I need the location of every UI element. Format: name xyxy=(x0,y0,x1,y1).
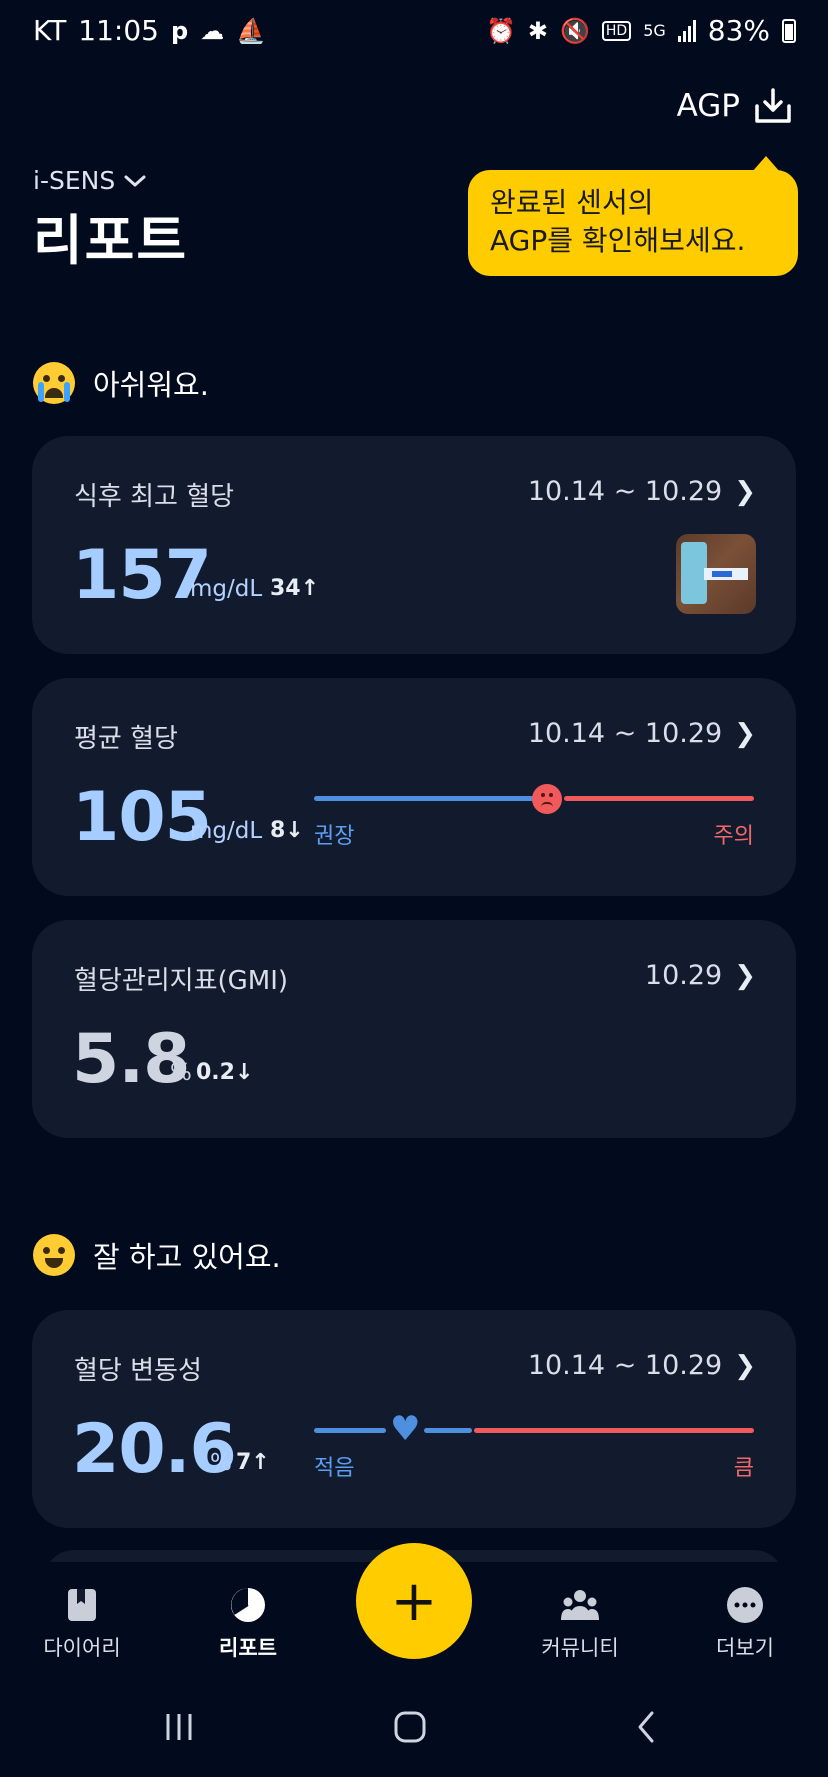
gauge-low-segment-2 xyxy=(424,1428,472,1433)
nav-label: 다이어리 xyxy=(43,1636,121,1660)
back-icon[interactable] xyxy=(630,1710,664,1744)
section-title-good: 잘 하고 있어요. xyxy=(93,1240,281,1274)
nav-label: 리포트 xyxy=(219,1636,277,1660)
gauge-low-segment xyxy=(314,1428,386,1433)
agp-tooltip[interactable]: 완료된 센서의 AGP를 확인해보세요. xyxy=(468,156,798,276)
system-navigation-bar xyxy=(0,1690,828,1777)
chevron-right-icon: ❯ xyxy=(734,960,756,991)
sad-face-marker-icon xyxy=(532,784,562,814)
gauge-left-label: 권장 xyxy=(314,824,355,849)
nav-more[interactable]: 더보기 xyxy=(685,1586,805,1662)
section-header-bad: 아쉬워요. xyxy=(33,362,209,404)
gauge-left-label: 적음 xyxy=(314,1456,355,1481)
section-title-bad: 아쉬워요. xyxy=(93,368,209,402)
battery-icon xyxy=(782,18,796,43)
more-dots-icon xyxy=(727,1587,763,1623)
card-period-link[interactable]: 10.14 ~ 10.29 ❯ xyxy=(528,1350,756,1381)
5g-icon: 5G xyxy=(643,21,666,40)
download-icon xyxy=(755,88,791,123)
add-record-button[interactable]: + xyxy=(356,1543,472,1659)
mute-icon: 🔇 xyxy=(559,16,590,45)
crying-face-icon xyxy=(33,362,75,404)
chevron-right-icon: ❯ xyxy=(734,718,756,749)
section-header-good: 잘 하고 있어요. xyxy=(33,1234,281,1276)
tooltip-line-1: 완료된 센서의 xyxy=(490,186,654,219)
average-gauge: 권장 주의 xyxy=(314,784,754,856)
card-period-link[interactable]: 10.14 ~ 10.29 ❯ xyxy=(528,718,756,749)
card-average-glucose[interactable]: 평균 혈당 10.14 ~ 10.29 ❯ 105 mg/dL 8↓ 권장 주의 xyxy=(32,678,796,896)
status-bar: KT 11:05 p ☁ ⛵ ⏰ ✱ 🔇 HD 5G 83% xyxy=(0,0,828,62)
gauge-high-segment xyxy=(474,1428,754,1433)
meal-photo-thumbnail[interactable] xyxy=(676,534,756,614)
period-label: 10.14 ~ 10.29 xyxy=(527,1350,723,1381)
agp-label: AGP xyxy=(676,88,740,124)
chevron-right-icon: ❯ xyxy=(734,1350,756,1381)
device-selector[interactable]: i-SENS xyxy=(33,166,147,195)
nav-diary[interactable]: 다이어리 xyxy=(22,1586,142,1662)
brand-label: i-SENS xyxy=(33,166,116,195)
metric-delta: 7↑ xyxy=(236,1450,270,1475)
battery-percent: 83% xyxy=(707,14,770,47)
diary-book-icon xyxy=(68,1589,96,1621)
p-notification-icon: p xyxy=(171,16,189,45)
community-people-icon xyxy=(561,1590,599,1620)
nav-community[interactable]: 커뮤니티 xyxy=(520,1586,640,1662)
gauge-recommended-segment xyxy=(314,796,536,801)
metric-delta: 0.2↓ xyxy=(196,1060,254,1085)
nav-label: 커뮤니티 xyxy=(541,1636,619,1660)
sail-notification-icon: ⛵ xyxy=(236,16,267,45)
nav-label: 더보기 xyxy=(716,1636,774,1660)
gauge-right-label: 큼 xyxy=(733,1456,754,1481)
smiling-face-icon xyxy=(33,1234,75,1276)
metric-delta: 34↑ xyxy=(270,576,320,601)
card-period-link[interactable]: 10.29 ❯ xyxy=(645,960,756,991)
cloud-notification-icon: ☁ xyxy=(200,16,225,45)
period-label: 10.14 ~ 10.29 xyxy=(527,476,723,507)
carrier-label: KT xyxy=(33,14,67,47)
gauge-right-label: 주의 xyxy=(713,824,754,849)
home-icon[interactable] xyxy=(393,1710,427,1744)
variability-gauge: ♥ 적음 큼 xyxy=(314,1412,754,1488)
gauge-caution-segment xyxy=(564,796,754,801)
card-title: 혈당관리지표(GMI) xyxy=(74,966,289,996)
plus-icon: + xyxy=(390,1568,438,1634)
card-title: 혈당 변동성 xyxy=(74,1356,202,1386)
page-title: 리포트 xyxy=(33,209,189,272)
metric-unit: mg/dL xyxy=(190,576,263,602)
metric-unit: % xyxy=(170,1060,192,1086)
hd-voice-icon: HD xyxy=(601,20,632,41)
tooltip-line-2: AGP를 확인해보세요. xyxy=(490,224,746,257)
card-title: 식후 최고 혈당 xyxy=(74,482,235,512)
metric-unit: mg/dL xyxy=(190,818,263,844)
metric-unit: % xyxy=(210,1450,232,1476)
card-glucose-variability[interactable]: 혈당 변동성 10.14 ~ 10.29 ❯ 20.6 % 7↑ ♥ 적음 큼 xyxy=(32,1310,796,1528)
period-label: 10.14 ~ 10.29 xyxy=(527,718,723,749)
card-title: 평균 혈당 xyxy=(74,724,178,754)
recent-apps-icon[interactable] xyxy=(162,1710,196,1744)
agp-download-button[interactable]: AGP xyxy=(677,88,792,124)
bluetooth-icon: ✱ xyxy=(527,16,548,45)
card-postmeal-peak[interactable]: 식후 최고 혈당 10.14 ~ 10.29 ❯ 157 mg/dL 34↑ xyxy=(32,436,796,654)
metric-delta: 8↓ xyxy=(270,818,304,843)
period-label: 10.29 xyxy=(644,960,723,991)
heart-marker-icon: ♥ xyxy=(390,1409,421,1449)
chevron-down-icon xyxy=(124,175,146,186)
card-period-link[interactable]: 10.14 ~ 10.29 ❯ xyxy=(528,476,756,507)
clock: 11:05 xyxy=(78,14,159,47)
alarm-icon: ⏰ xyxy=(485,16,516,45)
card-gmi[interactable]: 혈당관리지표(GMI) 10.29 ❯ 5.8 % 0.2↓ xyxy=(32,920,796,1138)
nav-report[interactable]: 리포트 xyxy=(188,1586,308,1662)
pie-chart-icon xyxy=(231,1588,265,1622)
signal-icon xyxy=(677,19,696,42)
chevron-right-icon: ❯ xyxy=(734,476,756,507)
